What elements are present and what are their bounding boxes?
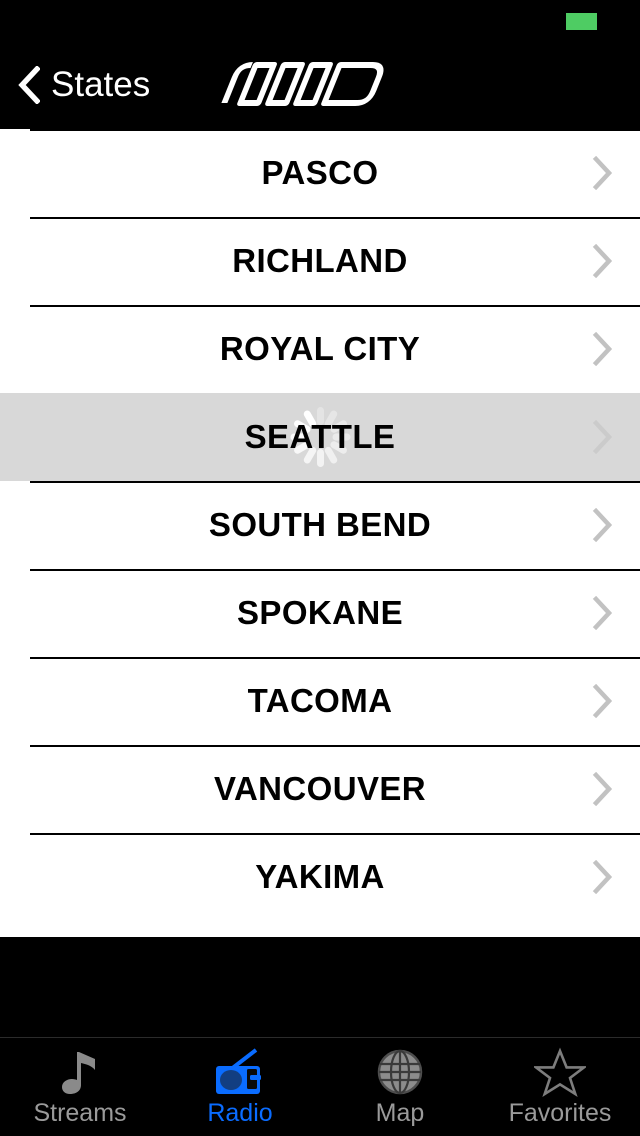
- list-item[interactable]: SPOKANE: [0, 569, 640, 657]
- list-item-label: YAKIMA: [255, 858, 385, 895]
- row-separator: [30, 745, 640, 747]
- list-item-label: SOUTH BEND: [208, 506, 432, 543]
- chevron-left-icon: [18, 64, 41, 105]
- list-item-label: RICHLAND: [232, 242, 408, 279]
- list-item[interactable]: VANCOUVER: [0, 745, 640, 833]
- radio-icon: [211, 1047, 269, 1097]
- content-filler: [0, 937, 640, 1037]
- list-item[interactable]: YAKIMA: [0, 833, 640, 921]
- chevron-right-icon: [592, 859, 613, 895]
- tab-label: Radio: [207, 1099, 273, 1127]
- list-item[interactable]: SEATTLE: [0, 393, 640, 481]
- tab-label: Streams: [33, 1099, 127, 1127]
- row-separator: [30, 657, 640, 659]
- list-item[interactable]: RICHLAND: [0, 217, 640, 305]
- chevron-right-icon: [592, 683, 613, 719]
- tab-label: Map: [375, 1099, 425, 1127]
- back-button-label: States: [51, 65, 151, 104]
- list-item[interactable]: SOUTH BEND: [0, 481, 640, 569]
- star-outline-icon: [531, 1047, 589, 1097]
- list-item[interactable]: ROYAL CITY: [0, 305, 640, 393]
- status-bar: [0, 0, 640, 40]
- tab-favorites[interactable]: Favorites: [480, 1038, 640, 1136]
- city-list[interactable]: PASCO RICHLAND ROYAL CITY SEATTLE SOUTH BEND…: [0, 129, 640, 937]
- chevron-right-icon: [592, 771, 613, 807]
- list-item[interactable]: TACOMA: [0, 657, 640, 745]
- chevron-right-icon: [592, 507, 613, 543]
- list-item-label: TACOMA: [247, 682, 393, 719]
- chevron-right-icon: [592, 155, 613, 191]
- list-item[interactable]: PASCO: [0, 129, 640, 217]
- chevron-right-icon: [592, 243, 613, 279]
- tab-streams[interactable]: Streams: [0, 1038, 160, 1136]
- app-root: States PASCO RICHLAND ROYAL CITY SEATTLE SOU…: [0, 0, 640, 1136]
- list-item-label: SEATTLE: [244, 418, 396, 455]
- chevron-right-icon: [592, 331, 613, 367]
- list-item-label: VANCOUVER: [213, 770, 426, 807]
- navigation-bar: States: [0, 40, 640, 169]
- row-separator: [30, 833, 640, 835]
- list-item-label: ROYAL CITY: [219, 330, 421, 367]
- globe-icon: [371, 1047, 429, 1097]
- tab-label: Favorites: [508, 1099, 612, 1127]
- list-item-label: SPOKANE: [237, 594, 403, 631]
- chevron-right-icon: [592, 419, 613, 455]
- row-separator: [30, 217, 640, 219]
- music-note-icon: [51, 1047, 109, 1097]
- tab-map[interactable]: Map: [320, 1038, 480, 1136]
- back-button[interactable]: States: [14, 40, 160, 129]
- row-separator: [30, 129, 640, 131]
- green-status-indicator: [566, 13, 597, 30]
- list-item-label: PASCO: [261, 154, 379, 191]
- row-separator: [30, 569, 640, 571]
- app-logo: [215, 47, 425, 121]
- row-separator: [30, 305, 640, 307]
- chevron-right-icon: [592, 595, 613, 631]
- tab-bar[interactable]: Streams Radio Map Favorites: [0, 1037, 640, 1136]
- row-separator: [30, 481, 640, 483]
- tab-radio[interactable]: Radio: [160, 1038, 320, 1136]
